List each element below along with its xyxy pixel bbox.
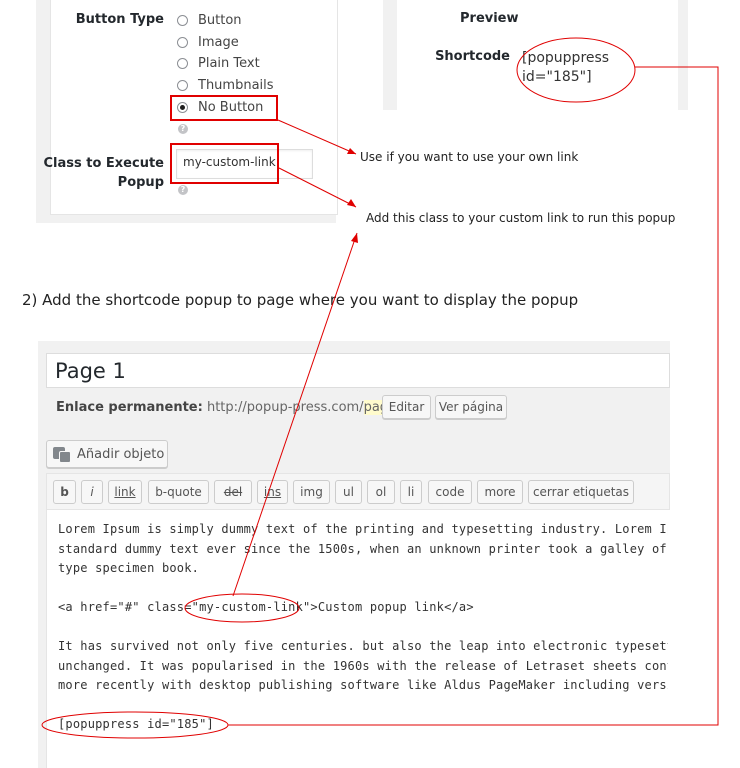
radio-icon[interactable]: [177, 37, 188, 48]
class-label-line2: Popup: [117, 175, 164, 190]
preview-label: Preview: [460, 11, 519, 26]
permalink-label: Enlace permanente:: [56, 400, 203, 415]
radio-icon[interactable]: [177, 80, 188, 91]
radio-option-button[interactable]: Button: [177, 13, 242, 28]
qt-li-button[interactable]: li: [400, 480, 422, 504]
highlight-no-button: [170, 95, 278, 121]
edit-permalink-button[interactable]: Editar: [382, 395, 431, 419]
class-label-line1: Class to Execute: [43, 156, 164, 171]
qt-ins-button[interactable]: ins: [257, 480, 288, 504]
radio-option-plain-text[interactable]: Plain Text: [177, 56, 260, 71]
highlight-class-input: [170, 143, 279, 184]
qt-italic-button[interactable]: i: [81, 480, 103, 504]
qt-ul-button[interactable]: ul: [335, 480, 362, 504]
shortcode-label: Shortcode: [435, 49, 510, 64]
qt-del-button[interactable]: del: [214, 480, 252, 504]
note-own-link: Use if you want to use your own link: [360, 150, 579, 164]
qt-img-button[interactable]: img: [293, 480, 330, 504]
view-page-button[interactable]: Ver página: [435, 395, 507, 419]
qt-close-tags-button[interactable]: cerrar etiquetas: [528, 480, 634, 504]
qt-code-button[interactable]: code: [428, 480, 472, 504]
qt-link-button[interactable]: link: [108, 480, 142, 504]
button-type-label: Button Type: [75, 12, 164, 27]
post-title-input[interactable]: Page 1: [46, 353, 670, 388]
permalink-base: http://popup-press.com/: [206, 400, 364, 415]
qt-more-button[interactable]: more: [477, 480, 523, 504]
help-icon[interactable]: ?: [178, 185, 188, 195]
radio-icon[interactable]: [177, 15, 188, 26]
permalink: Enlace permanente: http://popup-press.co…: [56, 400, 413, 415]
arrowhead-custom-link: [351, 233, 358, 243]
content-textarea[interactable]: [46, 510, 670, 768]
shortcode-line1: [popuppress: [522, 50, 610, 66]
shortcode-line2: id="185"]: [522, 69, 592, 85]
radio-icon[interactable]: [177, 58, 188, 69]
qt-bold-button[interactable]: b: [53, 480, 76, 504]
help-icon[interactable]: ?: [178, 124, 188, 134]
arrowhead-class-input: [347, 199, 356, 207]
note-add-class: Add this class to your custom link to ru…: [366, 211, 676, 225]
arrowhead-no-button: [347, 148, 356, 154]
qt-ol-button[interactable]: ol: [367, 480, 395, 504]
radio-option-thumbnails[interactable]: Thumbnails: [177, 78, 274, 93]
radio-option-image[interactable]: Image: [177, 35, 239, 50]
step-instruction: 2) Add the shortcode popup to page where…: [22, 291, 579, 309]
qt-bquote-button[interactable]: b-quote: [148, 480, 209, 504]
add-media-button[interactable]: Añadir objeto: [46, 440, 168, 468]
media-add-icon: [53, 446, 71, 463]
